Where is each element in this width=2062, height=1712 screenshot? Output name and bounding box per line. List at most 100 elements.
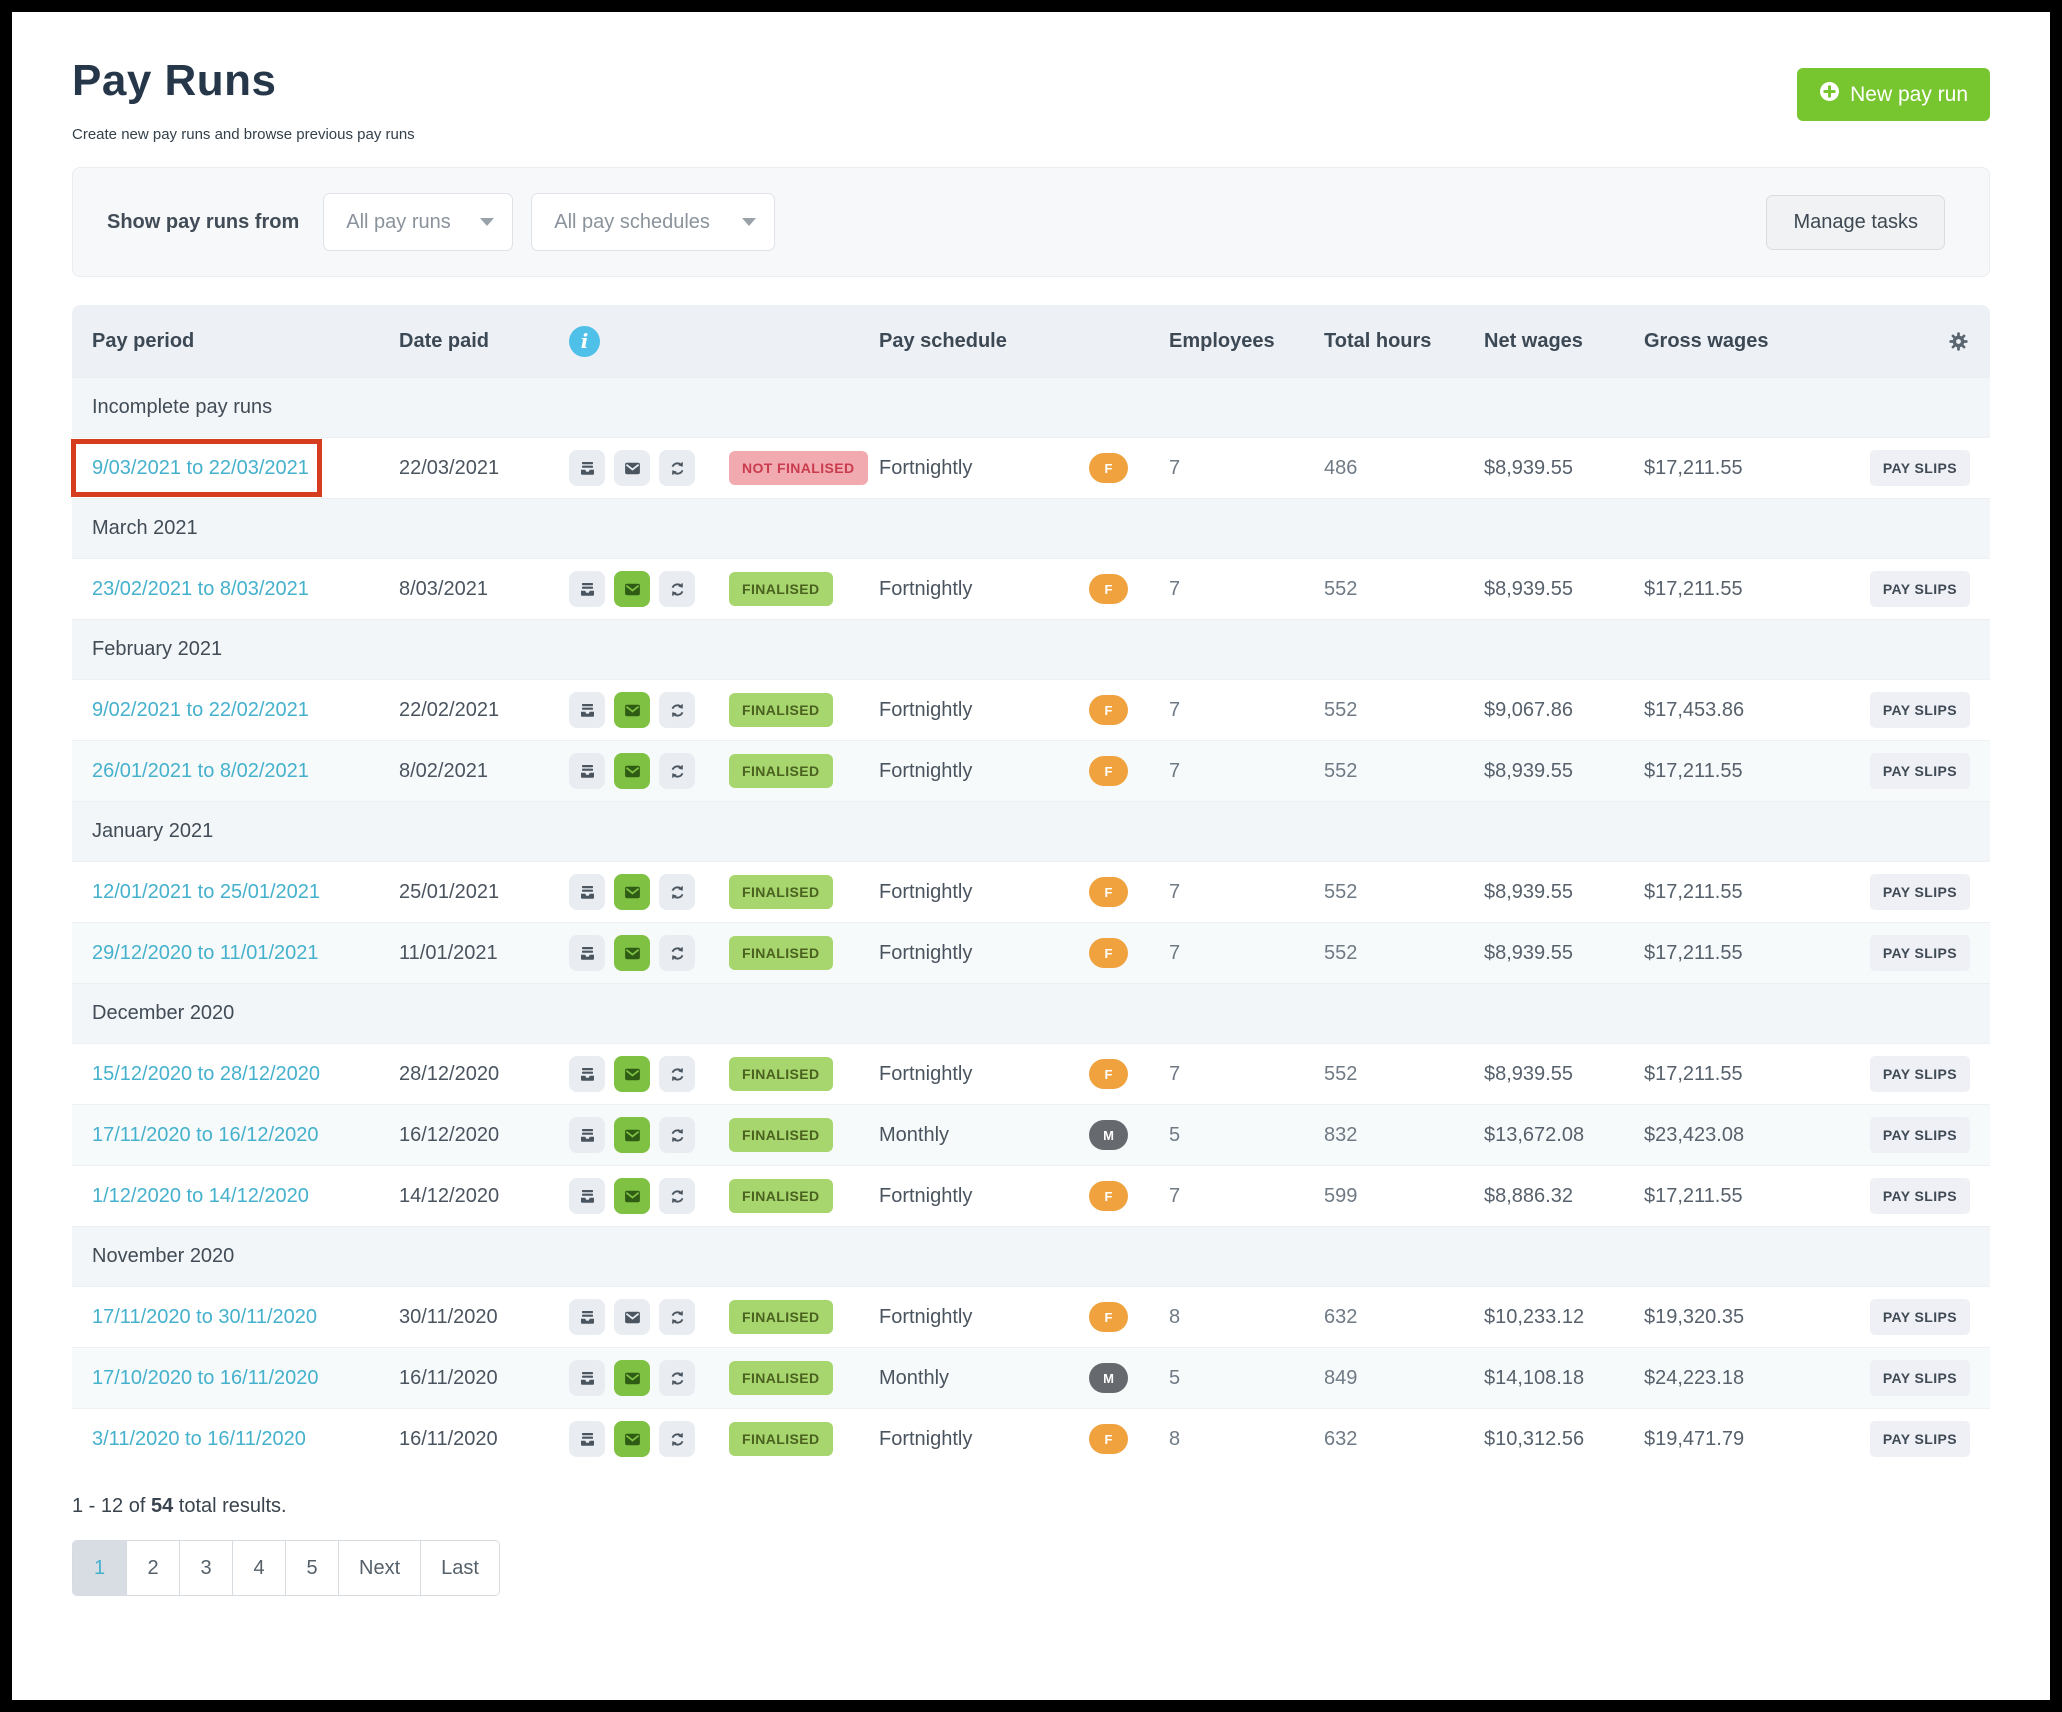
pay-run-journal-icon[interactable] bbox=[569, 692, 605, 728]
total-hours-value: 552 bbox=[1294, 1063, 1454, 1086]
pay-slips-button[interactable]: PAY SLIPS bbox=[1870, 1178, 1970, 1214]
pay-run-journal-icon[interactable] bbox=[569, 571, 605, 607]
email-pay-slips-icon[interactable] bbox=[614, 692, 650, 728]
pay-slips-button[interactable]: PAY SLIPS bbox=[1870, 1056, 1970, 1092]
column-header-settings bbox=[1784, 330, 1970, 353]
pay-slips-button[interactable]: PAY SLIPS bbox=[1870, 1117, 1970, 1153]
plus-circle-icon bbox=[1819, 81, 1840, 108]
total-hours-value: 832 bbox=[1294, 1124, 1454, 1147]
pay-schedules-dropdown[interactable]: All pay schedules bbox=[531, 193, 775, 251]
pay-slips-button[interactable]: PAY SLIPS bbox=[1870, 874, 1970, 910]
pay-period-link[interactable]: 9/03/2021 to 22/03/2021 bbox=[92, 457, 309, 479]
sync-refresh-icon[interactable] bbox=[659, 1360, 695, 1396]
pay-run-journal-icon[interactable] bbox=[569, 753, 605, 789]
manage-tasks-button[interactable]: Manage tasks bbox=[1766, 195, 1945, 250]
row-action-icons bbox=[569, 692, 729, 728]
pay-slips-button[interactable]: PAY SLIPS bbox=[1870, 1299, 1970, 1335]
pay-slips-button[interactable]: PAY SLIPS bbox=[1870, 935, 1970, 971]
email-pay-slips-icon[interactable] bbox=[614, 1178, 650, 1214]
email-pay-slips-icon[interactable] bbox=[614, 1421, 650, 1457]
email-pay-slips-icon[interactable] bbox=[614, 1117, 650, 1153]
pay-period-cell: 23/02/2021 to 8/03/2021 bbox=[92, 578, 399, 601]
pagination-page-5[interactable]: 5 bbox=[285, 1541, 338, 1595]
schedule-letter-badge: F bbox=[1089, 1059, 1128, 1089]
pay-run-journal-icon[interactable] bbox=[569, 1117, 605, 1153]
pay-slips-button[interactable]: PAY SLIPS bbox=[1870, 1360, 1970, 1396]
pagination-page-4[interactable]: 4 bbox=[232, 1541, 285, 1595]
pay-schedule-value: Fortnightly bbox=[879, 457, 1079, 480]
sync-refresh-icon[interactable] bbox=[659, 874, 695, 910]
info-icon[interactable]: i bbox=[569, 326, 600, 357]
table-header-row: Pay period Date paid i Pay schedule Empl… bbox=[72, 305, 1990, 377]
sync-refresh-icon[interactable] bbox=[659, 935, 695, 971]
sync-refresh-icon[interactable] bbox=[659, 571, 695, 607]
sync-refresh-icon[interactable] bbox=[659, 1421, 695, 1457]
settings-gear-icon[interactable] bbox=[1947, 330, 1970, 353]
email-pay-slips-icon[interactable] bbox=[614, 1360, 650, 1396]
email-pay-slips-icon[interactable] bbox=[614, 571, 650, 607]
email-pay-slips-icon[interactable] bbox=[614, 874, 650, 910]
total-hours-value: 552 bbox=[1294, 760, 1454, 783]
total-hours-value: 486 bbox=[1294, 457, 1454, 480]
new-pay-run-button[interactable]: New pay run bbox=[1797, 68, 1990, 121]
page-subtitle: Create new pay runs and browse previous … bbox=[72, 126, 415, 143]
pagination-next[interactable]: Next bbox=[338, 1541, 420, 1595]
pay-run-journal-icon[interactable] bbox=[569, 1360, 605, 1396]
pay-period-link[interactable]: 26/01/2021 to 8/02/2021 bbox=[92, 760, 309, 782]
pay-slips-button[interactable]: PAY SLIPS bbox=[1870, 450, 1970, 486]
net-wages-value: $8,939.55 bbox=[1454, 1063, 1614, 1086]
email-pay-slips-icon[interactable] bbox=[614, 935, 650, 971]
pay-run-row: 9/02/2021 to 22/02/202122/02/2021FINALIS… bbox=[72, 679, 1990, 740]
schedule-badge-cell: M bbox=[1079, 1363, 1154, 1393]
pay-period-link[interactable]: 12/01/2021 to 25/01/2021 bbox=[92, 881, 320, 903]
pay-period-link[interactable]: 1/12/2020 to 14/12/2020 bbox=[92, 1185, 309, 1207]
pay-period-link[interactable]: 17/10/2020 to 16/11/2020 bbox=[92, 1367, 319, 1389]
employees-value: 5 bbox=[1154, 1124, 1294, 1147]
email-pay-slips-icon[interactable] bbox=[614, 1299, 650, 1335]
schedule-badge-cell: F bbox=[1079, 1302, 1154, 1332]
pay-period-link[interactable]: 17/11/2020 to 16/12/2020 bbox=[92, 1124, 319, 1146]
pay-run-journal-icon[interactable] bbox=[569, 1421, 605, 1457]
pay-period-link[interactable]: 9/02/2021 to 22/02/2021 bbox=[92, 699, 309, 721]
sync-refresh-icon[interactable] bbox=[659, 450, 695, 486]
pay-period-link[interactable]: 3/11/2020 to 16/11/2020 bbox=[92, 1428, 306, 1450]
pay-slips-button[interactable]: PAY SLIPS bbox=[1870, 753, 1970, 789]
pagination-last[interactable]: Last bbox=[420, 1541, 499, 1595]
sync-refresh-icon[interactable] bbox=[659, 1299, 695, 1335]
sync-refresh-icon[interactable] bbox=[659, 753, 695, 789]
date-paid-value: 14/12/2020 bbox=[399, 1185, 569, 1208]
pay-run-journal-icon[interactable] bbox=[569, 450, 605, 486]
pagination-page-3[interactable]: 3 bbox=[179, 1541, 232, 1595]
employees-value: 8 bbox=[1154, 1428, 1294, 1451]
pay-period-link[interactable]: 17/11/2020 to 30/11/2020 bbox=[92, 1306, 317, 1328]
pay-slips-button[interactable]: PAY SLIPS bbox=[1870, 571, 1970, 607]
pay-runs-dropdown[interactable]: All pay runs bbox=[323, 193, 513, 251]
sync-refresh-icon[interactable] bbox=[659, 1178, 695, 1214]
pagination-page-2[interactable]: 2 bbox=[126, 1541, 179, 1595]
pay-slips-button[interactable]: PAY SLIPS bbox=[1870, 1421, 1970, 1457]
sync-refresh-icon[interactable] bbox=[659, 1117, 695, 1153]
sync-refresh-icon[interactable] bbox=[659, 692, 695, 728]
schedule-letter-badge: F bbox=[1089, 1181, 1128, 1211]
pay-run-journal-icon[interactable] bbox=[569, 1178, 605, 1214]
pagination-page-1[interactable]: 1 bbox=[73, 1541, 126, 1595]
pay-run-journal-icon[interactable] bbox=[569, 1299, 605, 1335]
pay-run-journal-icon[interactable] bbox=[569, 874, 605, 910]
pay-period-link[interactable]: 29/12/2020 to 11/01/2021 bbox=[92, 942, 319, 964]
pay-slips-button[interactable]: PAY SLIPS bbox=[1870, 692, 1970, 728]
pay-period-link[interactable]: 15/12/2020 to 28/12/2020 bbox=[92, 1063, 320, 1085]
sync-refresh-icon[interactable] bbox=[659, 1056, 695, 1092]
pay-run-journal-icon[interactable] bbox=[569, 1056, 605, 1092]
pay-schedule-value: Monthly bbox=[879, 1367, 1079, 1390]
status-cell: FINALISED bbox=[729, 572, 879, 606]
pay-period-link[interactable]: 23/02/2021 to 8/03/2021 bbox=[92, 578, 309, 600]
email-pay-slips-icon[interactable] bbox=[614, 450, 650, 486]
email-pay-slips-icon[interactable] bbox=[614, 1056, 650, 1092]
status-badge: FINALISED bbox=[729, 1179, 833, 1213]
status-cell: FINALISED bbox=[729, 875, 879, 909]
employees-value: 5 bbox=[1154, 1367, 1294, 1390]
email-pay-slips-icon[interactable] bbox=[614, 753, 650, 789]
chevron-down-icon bbox=[480, 218, 494, 226]
pay-run-journal-icon[interactable] bbox=[569, 935, 605, 971]
schedule-badge-cell: F bbox=[1079, 695, 1154, 725]
